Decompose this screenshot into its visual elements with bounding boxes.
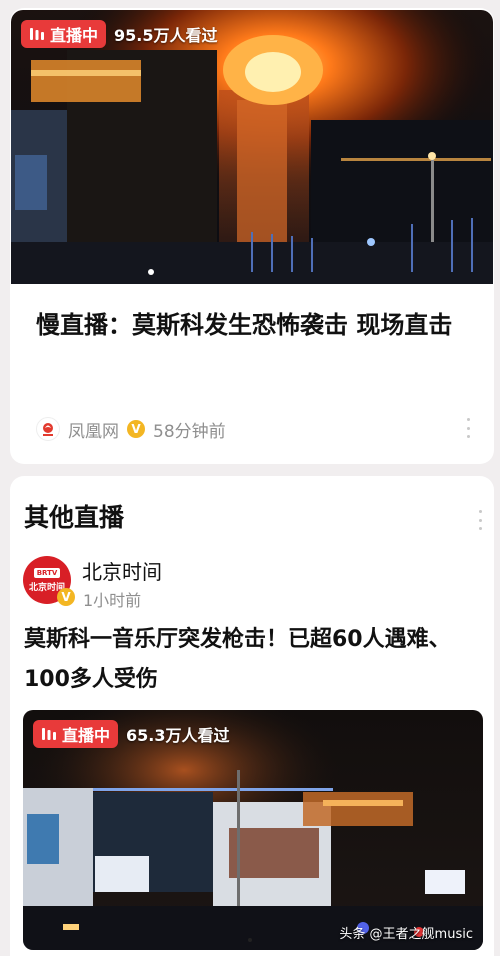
featured-live-card[interactable]: 直播中 95.5万人看过 慢直播：莫斯科发生恐怖袭击 现场直击 凤凰网 V 58… xyxy=(10,8,494,464)
news-title[interactable]: 莫斯科一音乐厅突发枪击！已超60人遇难、100多人受伤 xyxy=(24,620,480,700)
live-label: 直播中 xyxy=(50,26,99,45)
fire-scene-image xyxy=(11,10,493,284)
author-name[interactable]: 北京时间 xyxy=(82,556,162,585)
viewer-count: 95.5万人看过 xyxy=(114,26,218,45)
verified-v-icon: V xyxy=(127,420,145,438)
live-bars-icon xyxy=(41,726,57,742)
viewer-count: 65.3万人看过 xyxy=(126,726,230,745)
watermark: 头条 @王者之舰music xyxy=(339,927,473,942)
home-indicator xyxy=(248,938,252,942)
live-thumbnail[interactable]: 直播中 95.5万人看过 xyxy=(11,10,493,284)
section-title: 其他直播 xyxy=(24,503,125,532)
more-vertical-icon[interactable] xyxy=(458,418,478,438)
more-vertical-icon[interactable] xyxy=(470,510,490,530)
avatar[interactable]: BRTV 北京时间 V xyxy=(23,556,75,606)
live-badge: 直播中 65.3万人看过 xyxy=(33,720,230,748)
live-badge: 直播中 95.5万人看过 xyxy=(21,20,218,48)
verified-v-icon: V xyxy=(57,588,75,606)
source-name[interactable]: 凤凰网 xyxy=(68,417,119,442)
other-lives-card: 其他直播 BRTV 北京时间 V 北京时间 1小时前 莫斯科一音乐厅突发枪击！已… xyxy=(10,476,494,956)
featured-title[interactable]: 慢直播：莫斯科发生恐怖袭击 现场直击 xyxy=(36,304,476,346)
source-logo[interactable] xyxy=(36,417,60,441)
post-time: 58分钟前 xyxy=(153,421,226,442)
author-time: 1小时前 xyxy=(83,591,142,610)
live-thumbnail[interactable]: 直播中 65.3万人看过 头条 @王者之舰music xyxy=(23,710,483,950)
phoenix-logo-icon xyxy=(43,423,53,436)
featured-meta: 凤凰网 V 58分钟前 xyxy=(36,415,226,443)
live-label: 直播中 xyxy=(62,726,111,745)
live-bars-icon xyxy=(29,26,45,42)
avatar-badge: BRTV xyxy=(33,567,61,578)
